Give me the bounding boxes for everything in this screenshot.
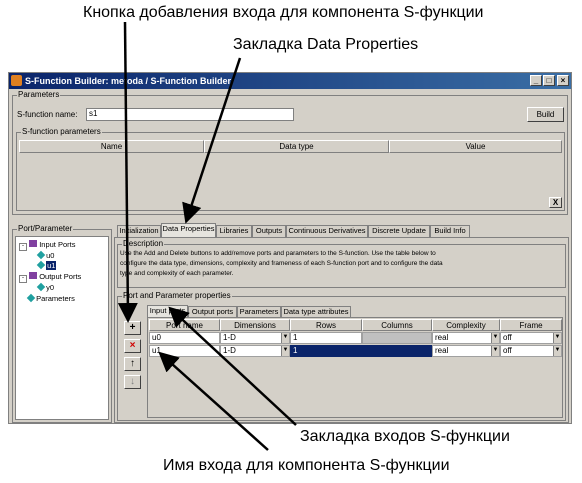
arrow-add-input-button (117, 21, 138, 323)
arrow-input-name (158, 351, 269, 451)
arrow-input-ports-tab (168, 306, 297, 426)
annotation-arrows (117, 21, 297, 451)
arrow-data-properties-tab (182, 57, 242, 224)
